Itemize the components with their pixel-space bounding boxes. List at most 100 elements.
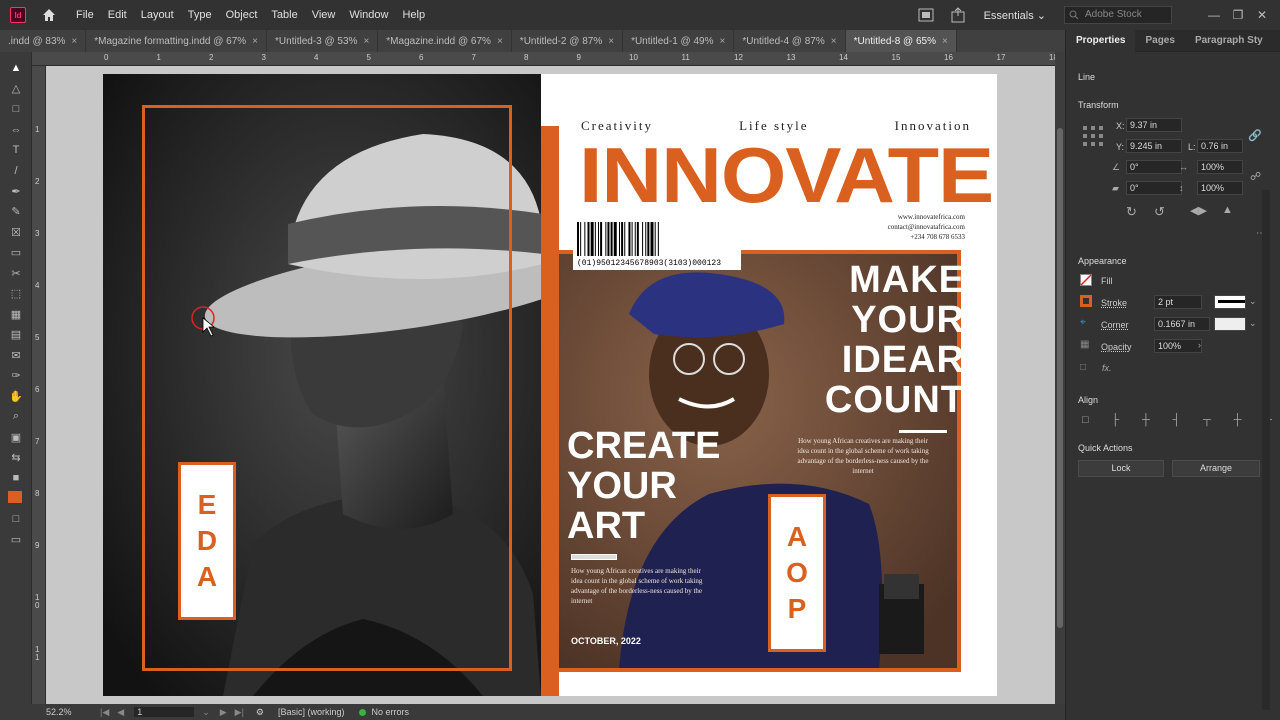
close-tab-icon[interactable]: × xyxy=(71,36,77,47)
menu-help[interactable]: Help xyxy=(402,9,425,21)
corner-shape-chevron-icon[interactable]: ⌄ xyxy=(1249,318,1257,329)
headline-make-your-idear-count[interactable]: MAKE YOUR IDEAR COUNT xyxy=(825,260,965,420)
default-colors-tool-icon[interactable]: ■ xyxy=(8,470,24,486)
y-position-field[interactable]: 9.245 in xyxy=(1126,139,1182,153)
menu-file[interactable]: File xyxy=(76,9,94,21)
line-tool-icon[interactable]: / xyxy=(8,163,24,179)
align-center-v-icon[interactable]: ┼ xyxy=(1234,414,1242,426)
note-tool-icon[interactable]: ✉ xyxy=(8,347,24,363)
constrain-proportions-icon[interactable]: 🔗 xyxy=(1248,129,1262,142)
right-page[interactable]: Creativity Life style Innovation INNOVAT… xyxy=(541,74,997,696)
flip-horizontal-icon[interactable]: ◀▶ xyxy=(1190,204,1207,217)
shear-field[interactable]: 0° xyxy=(1126,181,1182,195)
rotate-ccw-icon[interactable]: ↺ xyxy=(1154,204,1166,219)
page-dropdown-icon[interactable]: ⌄ xyxy=(202,707,210,718)
home-icon[interactable] xyxy=(40,6,58,24)
menu-edit[interactable]: Edit xyxy=(108,9,127,21)
divider-line-left[interactable] xyxy=(571,554,617,560)
menu-layout[interactable]: Layout xyxy=(141,9,174,21)
panel-scrollbar[interactable] xyxy=(1262,190,1270,710)
preflight-errors[interactable]: No errors xyxy=(372,707,410,717)
first-page-icon[interactable]: |◀ xyxy=(100,707,109,718)
restore-icon[interactable]: ❐ xyxy=(1226,8,1250,22)
hand-tool-icon[interactable]: ✋ xyxy=(8,388,24,404)
masthead[interactable]: INNOVATE xyxy=(579,132,997,218)
align-right-icon[interactable]: ┤ xyxy=(1173,414,1181,426)
document-tab[interactable]: *Untitled-3 @ 53% × xyxy=(267,30,379,52)
x-position-field[interactable]: 9.37 in xyxy=(1126,118,1182,132)
share-icon[interactable] xyxy=(950,7,966,23)
prev-page-icon[interactable]: ◀ xyxy=(117,707,124,718)
document-tab[interactable]: *Untitled-8 @ 65% × xyxy=(845,30,957,52)
arrange-button[interactable]: Arrange xyxy=(1172,460,1260,477)
length-field[interactable]: 0.76 in xyxy=(1197,139,1243,153)
scissors-tool-icon[interactable]: ✂ xyxy=(8,265,24,281)
close-tab-icon[interactable]: × xyxy=(831,36,837,47)
workspace-switcher[interactable]: Essentials ⌄ xyxy=(984,9,1046,22)
menu-object[interactable]: Object xyxy=(226,9,258,21)
pen-tool-icon[interactable]: ✒ xyxy=(8,183,24,199)
effects-icon[interactable]: fx. xyxy=(1102,363,1112,373)
pencil-tool-icon[interactable]: ✎ xyxy=(8,204,24,220)
align-to-selection-icon[interactable]: □ xyxy=(1082,414,1089,426)
close-icon[interactable]: ✕ xyxy=(1250,8,1274,22)
fill-label[interactable]: Fill xyxy=(1101,276,1113,286)
horizontal-ruler[interactable]: 0 1 2 3 4 5 6 7 8 9 10 11 12 13 14 15 16 17 18 xyxy=(32,52,1058,66)
eyedropper-tool-icon[interactable]: ✑ xyxy=(8,368,24,384)
screen-mode-icon[interactable] xyxy=(918,8,934,22)
stroke-label[interactable]: Stroke xyxy=(1101,298,1127,308)
document-canvas[interactable]: E D A Creativity Life style Innovation I… xyxy=(46,66,1055,704)
menu-window[interactable]: Window xyxy=(349,9,388,21)
selection-tool-icon[interactable]: ▲ xyxy=(8,60,24,76)
corner-label[interactable]: Corner xyxy=(1101,320,1129,330)
opacity-field[interactable]: 100% xyxy=(1154,339,1202,353)
close-tab-icon[interactable]: × xyxy=(497,36,503,47)
align-center-h-icon[interactable]: ┼ xyxy=(1142,414,1150,426)
stroke-type-chevron-icon[interactable]: ⌄ xyxy=(1249,296,1257,307)
barcode[interactable]: (01)95012345678903(3103)000123 xyxy=(573,220,741,270)
body-text-right[interactable]: How young African creatives are making t… xyxy=(793,436,933,476)
rotation-field[interactable]: 0° xyxy=(1126,160,1182,174)
zoom-tool-icon[interactable]: ⌕ xyxy=(8,409,24,425)
text-wrap-icon[interactable]: □ xyxy=(1080,362,1092,374)
normal-view-tool-icon[interactable]: □ xyxy=(8,511,24,527)
body-text-left[interactable]: How young African creatives are making t… xyxy=(571,566,711,606)
rectangle-tool-icon[interactable]: ▭ xyxy=(8,245,24,261)
vertical-scrollbar-thumb[interactable] xyxy=(1057,128,1063,628)
page-tool-icon[interactable]: □ xyxy=(8,101,24,117)
close-tab-icon[interactable]: × xyxy=(942,36,948,47)
adobe-stock-search[interactable]: Adobe Stock xyxy=(1064,6,1172,24)
scale-x-field[interactable]: 100% xyxy=(1197,160,1243,174)
align-left-icon[interactable]: ├ xyxy=(1111,414,1119,426)
minimize-icon[interactable]: — xyxy=(1202,8,1226,22)
tab-pages[interactable]: Pages xyxy=(1135,35,1184,46)
opacity-chevron-icon[interactable]: › xyxy=(1198,340,1201,350)
gradient-feather-tool-icon[interactable]: ▤ xyxy=(8,327,24,343)
menu-type[interactable]: Type xyxy=(188,9,212,21)
lock-button[interactable]: Lock xyxy=(1078,460,1164,477)
last-page-icon[interactable]: ▶| xyxy=(235,707,244,718)
corner-size-field[interactable]: 0.1667 in xyxy=(1154,317,1210,331)
direct-selection-tool-icon[interactable]: △ xyxy=(8,81,24,97)
swap-tool-icon[interactable]: ⇆ xyxy=(8,450,24,466)
vertical-ruler[interactable]: 1 2 3 4 5 6 7 8 9 1 0 1 1 xyxy=(32,66,46,704)
vertical-label-aop[interactable]: A O P xyxy=(768,494,826,652)
gradient-swatch-tool-icon[interactable]: ▦ xyxy=(8,306,24,322)
link-icon[interactable]: ☍ xyxy=(1250,170,1262,183)
menu-table[interactable]: Table xyxy=(271,9,297,21)
frame-rectangle-tool-icon[interactable]: ☒ xyxy=(8,224,24,240)
document-tab[interactable]: *Magazine.indd @ 67% × xyxy=(378,30,512,52)
tab-paragraph-styles[interactable]: Paragraph Sty xyxy=(1185,35,1273,46)
stroke-type-dropdown[interactable] xyxy=(1214,295,1246,309)
stroke-swatch-icon[interactable] xyxy=(1080,295,1092,307)
document-tab[interactable]: *Untitled-4 @ 87% × xyxy=(734,30,846,52)
document-tab[interactable]: *Magazine formatting.indd @ 67% × xyxy=(86,30,268,52)
preflight-icon[interactable]: ⚙ xyxy=(256,707,264,718)
align-top-icon[interactable]: ┬ xyxy=(1203,414,1211,426)
left-page[interactable]: E D A xyxy=(103,74,541,696)
page-number-field[interactable]: 1 xyxy=(134,707,195,717)
document-tab[interactable]: *Untitled-1 @ 49% × xyxy=(623,30,735,52)
corner-shape-dropdown[interactable] xyxy=(1214,317,1246,331)
close-tab-icon[interactable]: × xyxy=(719,36,725,47)
fill-stroke-tool-icon[interactable]: ▣ xyxy=(8,429,24,445)
